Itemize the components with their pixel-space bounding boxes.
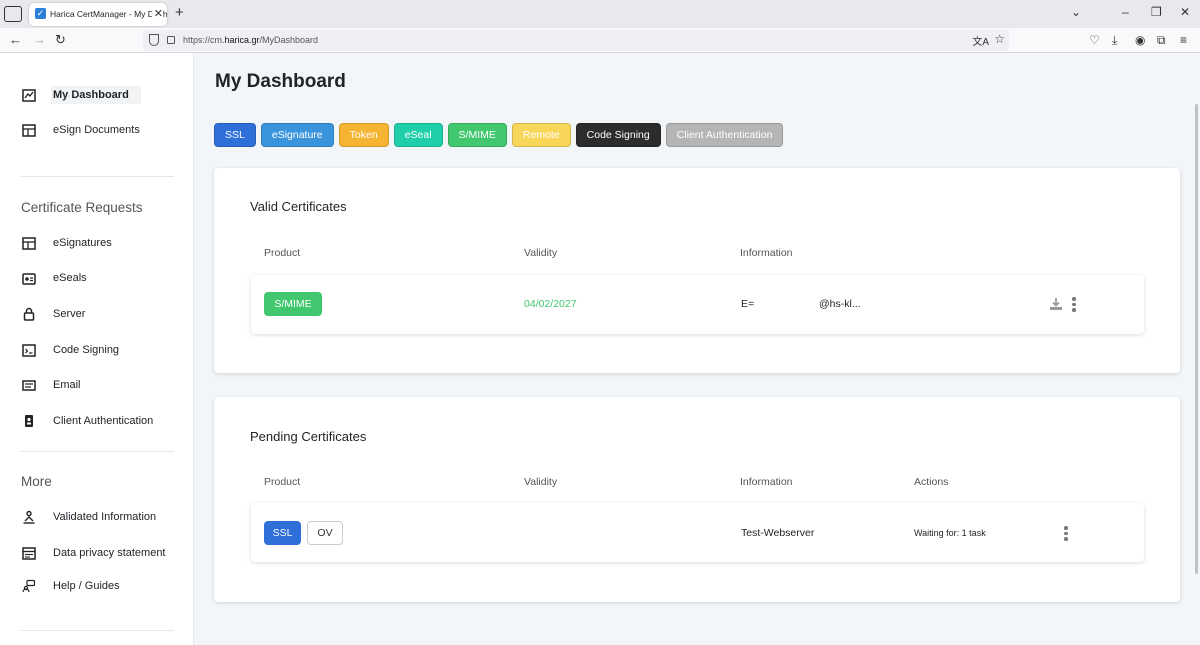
valid-certificates-card: Valid Certificates Product Validity Info…: [214, 168, 1180, 373]
sidebar-item-eseals[interactable]: eSeals: [22, 268, 87, 288]
pending-certificates-title: Pending Certificates: [250, 429, 367, 444]
chevron-down-icon[interactable]: ⌄: [1071, 5, 1081, 19]
badge-id-icon: [22, 414, 36, 428]
column-header-product: Product: [264, 247, 301, 259]
browser-nav-bar: ← → ↻ https://cm.harica.gr/MyDashboard 文…: [0, 28, 1200, 53]
reload-icon[interactable]: ↻: [55, 32, 66, 48]
filter-ssl[interactable]: SSL: [214, 123, 256, 147]
browser-tab-bar: ✓ Harica CertManager - My Dashl ✕ + ⌄ – …: [0, 0, 1200, 28]
terminal-icon: [22, 343, 36, 357]
shield-icon[interactable]: [149, 34, 159, 46]
sidebar-item-server[interactable]: Server: [22, 304, 85, 324]
lock-icon: [22, 307, 36, 321]
tab-title: Harica CertManager - My Dashl: [50, 9, 167, 19]
valid-certificates-title: Valid Certificates: [250, 199, 347, 214]
product-badge[interactable]: SSL: [264, 521, 301, 545]
sidebar: My Dashboard eSign Documents Certificate…: [0, 53, 194, 645]
translate-icon[interactable]: 文A: [972, 33, 989, 48]
column-header-product: Product: [264, 476, 301, 488]
table-row[interactable]: SSL OV Test-Webserver Waiting for: 1 tas…: [251, 503, 1144, 562]
sidebar-item-my-dashboard[interactable]: My Dashboard: [22, 85, 141, 105]
close-window-icon[interactable]: ✕: [1180, 5, 1190, 19]
validity-date: 04/02/2027: [524, 298, 577, 310]
filter-esignature[interactable]: eSignature: [260, 123, 334, 147]
information-prefix: E=: [741, 298, 755, 310]
sidebar-item-email[interactable]: Email: [22, 375, 81, 395]
document-grid-icon: [22, 123, 36, 137]
user-check-icon: [22, 510, 36, 524]
download-certificate-icon[interactable]: [1049, 297, 1063, 311]
close-tab-icon[interactable]: ✕: [151, 7, 163, 20]
sidebar-section-certificate-requests: Certificate Requests: [21, 200, 143, 215]
column-header-information: Information: [740, 247, 793, 259]
minimize-icon[interactable]: –: [1122, 5, 1129, 19]
back-icon[interactable]: ←: [9, 32, 22, 47]
sidebar-divider: [20, 630, 174, 631]
product-type-badge[interactable]: OV: [307, 521, 343, 545]
page-scrollbar[interactable]: [1195, 104, 1198, 574]
row-menu-icon[interactable]: [1072, 297, 1076, 314]
privacy-icon: [22, 546, 36, 560]
dashboard-icon: [22, 88, 36, 102]
account-icon[interactable]: ◉: [1135, 33, 1145, 47]
filter-smime[interactable]: S/MIME: [447, 123, 507, 147]
url-text[interactable]: https://cm.harica.gr/MyDashboard: [183, 35, 318, 45]
information-value: @hs-kl...: [819, 298, 861, 310]
column-header-validity: Validity: [524, 476, 558, 488]
favicon-icon: ✓: [35, 8, 46, 19]
sidebar-item-data-privacy-statement[interactable]: Data privacy statement: [22, 543, 166, 563]
information-value: Test-Webserver: [741, 527, 815, 539]
sidebar-item-client-authentication[interactable]: Client Authentication: [22, 411, 153, 431]
column-header-actions: Actions: [914, 476, 949, 488]
browser-tab[interactable]: ✓ Harica CertManager - My Dashl ✕: [29, 3, 167, 26]
row-menu-icon[interactable]: [1064, 526, 1068, 543]
forward-icon[interactable]: →: [33, 32, 46, 47]
download-icon[interactable]: ⤓: [1112, 33, 1117, 48]
new-tab-icon[interactable]: +: [175, 4, 184, 21]
filter-remote[interactable]: Remote: [511, 123, 571, 147]
tab-list-icon[interactable]: [4, 6, 22, 22]
bookmark-star-icon[interactable]: ☆: [994, 32, 1005, 46]
pending-certificates-card: Pending Certificates Product Validity In…: [214, 397, 1180, 602]
sidebar-item-validated-information[interactable]: Validated Information: [22, 507, 156, 527]
page-title: My Dashboard: [215, 71, 346, 92]
lock-icon[interactable]: [167, 36, 175, 44]
sidebar-item-code-signing[interactable]: Code Signing: [22, 340, 119, 360]
filter-code-signing[interactable]: Code Signing: [575, 123, 661, 147]
actions-status: Waiting for: 1 task: [914, 528, 986, 538]
table-row[interactable]: S/MIME 04/02/2027 E= @hs-kl...: [251, 275, 1144, 334]
email-icon: [22, 378, 36, 392]
pocket-icon[interactable]: ♡: [1089, 33, 1100, 47]
filter-eseal[interactable]: eSeal: [393, 123, 443, 147]
column-header-information: Information: [740, 476, 793, 488]
certificate-type-filters: SSL eSignature Token eSeal S/MIME Remote…: [214, 123, 784, 147]
restore-icon[interactable]: ❐: [1151, 5, 1162, 19]
address-bar[interactable]: https://cm.harica.gr/MyDashboard 文A ☆: [143, 30, 1009, 51]
filter-token[interactable]: Token: [338, 123, 389, 147]
sidebar-divider: [20, 176, 174, 177]
seal-icon: [22, 271, 36, 285]
menu-icon[interactable]: ≡: [1180, 33, 1187, 47]
sidebar-item-esign-documents[interactable]: eSign Documents: [22, 120, 140, 140]
extensions-icon[interactable]: ⧉: [1157, 33, 1166, 48]
sidebar-section-more: More: [21, 474, 52, 489]
filter-client-authentication[interactable]: Client Authentication: [665, 123, 784, 147]
sidebar-divider: [20, 451, 174, 452]
sidebar-item-help-guides[interactable]: Help / Guides: [22, 576, 120, 596]
product-badge[interactable]: S/MIME: [264, 292, 322, 316]
help-icon: [22, 579, 36, 593]
column-header-validity: Validity: [524, 247, 558, 259]
sidebar-item-esignatures[interactable]: eSignatures: [22, 233, 112, 253]
signature-grid-icon: [22, 236, 36, 250]
